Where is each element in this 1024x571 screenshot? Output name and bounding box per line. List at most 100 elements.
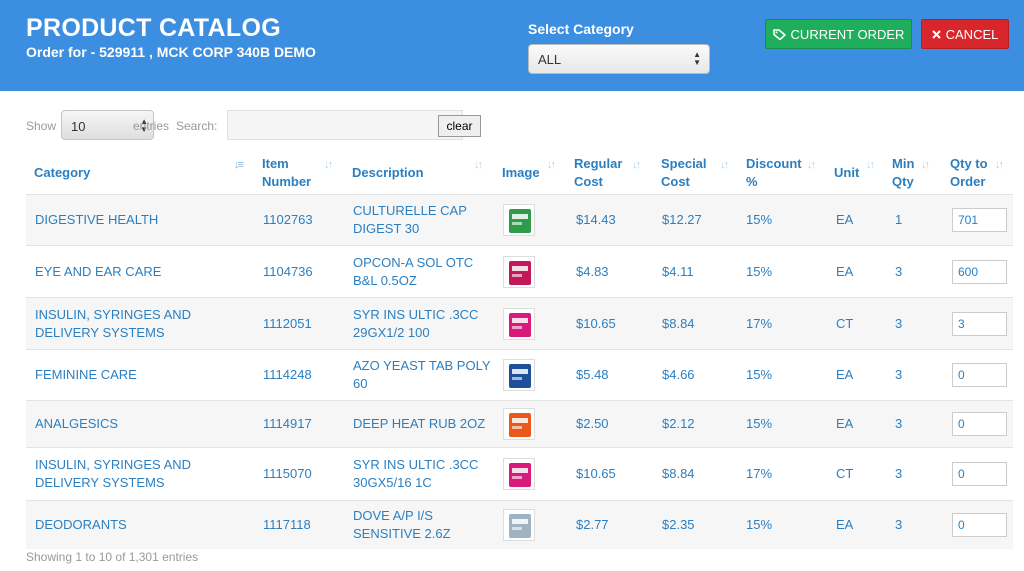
table-row[interactable]: EYE AND EAR CARE 1104736 OPCON-A SOL OTC B… xyxy=(26,245,1013,297)
cell-min-qty: 1 xyxy=(895,212,903,227)
select-arrows-icon: ▲ ▼ xyxy=(693,50,701,67)
sort-arrows-icon[interactable]: ↓↑ xyxy=(324,159,333,171)
category-select[interactable]: ALL ▲ ▼ xyxy=(528,44,710,74)
cell-item-number: 1112051 xyxy=(263,315,312,331)
column-header-unit[interactable]: Unit xyxy=(834,152,864,194)
column-header-category[interactable]: Category xyxy=(34,152,224,194)
column-header-image[interactable]: Image xyxy=(502,152,547,194)
sort-arrows-icon[interactable]: ↓↑ xyxy=(921,159,930,171)
category-select-value: ALL xyxy=(538,52,562,67)
current-order-label: CURRENT ORDER xyxy=(790,26,905,42)
cell-qty-to-order xyxy=(952,501,1007,549)
search-input[interactable] xyxy=(227,110,463,140)
product-thumbnail[interactable] xyxy=(503,509,535,541)
cell-category: INSULIN, SYRINGES AND DELIVERY SYSTEMS xyxy=(35,457,192,490)
qty-input[interactable] xyxy=(952,259,1007,284)
cell-description: SYR INS ULTIC .3CC 30GX5/16 1C xyxy=(353,457,479,490)
cell-unit: EA xyxy=(836,212,854,227)
column-header-special-cost[interactable]: Special Cost xyxy=(661,152,717,194)
column-header-description[interactable]: Description xyxy=(352,152,472,194)
qty-input[interactable] xyxy=(952,462,1007,486)
close-icon xyxy=(931,29,941,39)
product-thumbnail[interactable] xyxy=(503,458,535,490)
cell-description: CULTURELLE CAP DIGEST 30 xyxy=(353,203,467,236)
cell-unit: EA xyxy=(836,367,854,382)
cell-regular-cost: $2.50 xyxy=(576,416,609,431)
search-label: Search: xyxy=(176,119,218,133)
page-title: PRODUCT CATALOG xyxy=(26,14,281,42)
cell-special-cost: $4.66 xyxy=(662,367,695,382)
product-table: Category ↓≡ Item Number ↓↑ Description ↓… xyxy=(26,152,1013,549)
cell-qty-to-order xyxy=(952,298,1007,349)
table-body: DIGESTIVE HEALTH 1102763 CULTURELLE CAP DI… xyxy=(26,194,1013,549)
cell-qty-to-order xyxy=(952,195,1007,245)
qty-input[interactable] xyxy=(952,363,1007,387)
column-header-qty-to-order[interactable]: Qty to Order xyxy=(950,152,994,194)
column-header-item-number[interactable]: Item Number xyxy=(262,152,322,194)
sort-arrows-icon[interactable]: ↓↑ xyxy=(632,159,641,171)
cell-description: OPCON-A SOL OTC B&L 0.5OZ xyxy=(353,254,474,288)
table-row[interactable]: INSULIN, SYRINGES AND DELIVERY SYSTEMS 11… xyxy=(26,447,1013,500)
column-header-discount[interactable]: Discount % xyxy=(746,152,806,194)
product-thumbnail[interactable] xyxy=(503,359,535,391)
cell-qty-to-order xyxy=(952,401,1007,447)
product-thumbnail[interactable] xyxy=(503,408,535,440)
cell-discount: 17% xyxy=(746,315,773,331)
show-label: Show xyxy=(26,119,57,133)
cell-discount: 17% xyxy=(746,466,773,481)
cell-unit: CT xyxy=(836,466,854,481)
cell-special-cost: $2.12 xyxy=(662,416,695,431)
current-order-button[interactable]: CURRENT ORDER xyxy=(765,19,912,49)
cell-discount: 15% xyxy=(746,212,773,227)
sort-arrows-icon[interactable]: ↓≡ xyxy=(234,159,244,171)
table-row[interactable]: INSULIN, SYRINGES AND DELIVERY SYSTEMS 11… xyxy=(26,297,1013,349)
cell-unit: EA xyxy=(836,517,854,532)
product-thumbnail[interactable] xyxy=(503,204,535,236)
cell-category: ANALGESICS xyxy=(35,416,119,431)
cell-category: DIGESTIVE HEALTH xyxy=(35,212,159,227)
sort-arrows-icon[interactable]: ↓↑ xyxy=(866,159,875,171)
cell-image xyxy=(503,350,535,400)
table-row[interactable]: DEODORANTS 1117118 DOVE A/P I/S SENSITIVE … xyxy=(26,500,1013,549)
cell-category: EYE AND EAR CARE xyxy=(35,263,162,279)
column-header-min-qty[interactable]: Min Qty xyxy=(892,152,922,194)
cell-discount: 15% xyxy=(746,263,773,279)
cell-description: AZO YEAST TAB POLY 60 xyxy=(353,358,491,391)
cell-image xyxy=(503,448,535,500)
cell-item-number: 1115070 xyxy=(263,466,312,481)
qty-input[interactable] xyxy=(952,412,1007,436)
cell-discount: 15% xyxy=(746,517,773,532)
table-row[interactable]: FEMININE CARE 1114248 AZO YEAST TAB POLY 6… xyxy=(26,349,1013,400)
qty-input[interactable] xyxy=(952,513,1007,537)
clear-button[interactable]: clear xyxy=(438,115,481,137)
cell-regular-cost: $10.65 xyxy=(576,466,616,481)
table-row[interactable]: DIGESTIVE HEALTH 1102763 CULTURELLE CAP DI… xyxy=(26,194,1013,245)
cell-qty-to-order xyxy=(952,246,1007,297)
sort-arrows-icon[interactable]: ↓↑ xyxy=(995,159,1004,171)
sort-arrows-icon[interactable]: ↓↑ xyxy=(547,159,556,171)
cell-description: DEEP HEAT RUB 2OZ xyxy=(353,416,486,431)
cell-description: SYR INS ULTIC .3CC 29GX1/2 100 xyxy=(353,306,479,340)
cancel-label: CANCEL xyxy=(945,26,999,42)
cell-special-cost: $2.35 xyxy=(662,517,695,532)
column-header-regular-cost[interactable]: Regular Cost xyxy=(574,152,630,194)
cell-image xyxy=(503,501,535,549)
product-thumbnail[interactable] xyxy=(503,255,535,288)
cell-image xyxy=(503,195,535,245)
cancel-button[interactable]: CANCEL xyxy=(921,19,1009,49)
sort-arrows-icon[interactable]: ↓↑ xyxy=(720,159,729,171)
cell-category: INSULIN, SYRINGES AND DELIVERY SYSTEMS xyxy=(35,306,192,340)
cell-unit: EA xyxy=(836,416,854,431)
cell-regular-cost: $2.77 xyxy=(576,517,609,532)
table-row[interactable]: ANALGESICS 1114917 DEEP HEAT RUB 2OZ $2.50 $… xyxy=(26,400,1013,447)
sort-arrows-icon[interactable]: ↓↑ xyxy=(807,159,816,171)
cell-special-cost: $8.84 xyxy=(662,466,695,481)
qty-input[interactable] xyxy=(952,311,1007,336)
cell-qty-to-order xyxy=(952,350,1007,400)
sort-arrows-icon[interactable]: ↓↑ xyxy=(474,159,483,171)
product-thumbnail[interactable] xyxy=(503,307,535,340)
qty-input[interactable] xyxy=(952,208,1007,232)
cell-regular-cost: $10.65 xyxy=(576,315,616,331)
cell-discount: 15% xyxy=(746,416,773,431)
cell-image xyxy=(503,401,535,447)
